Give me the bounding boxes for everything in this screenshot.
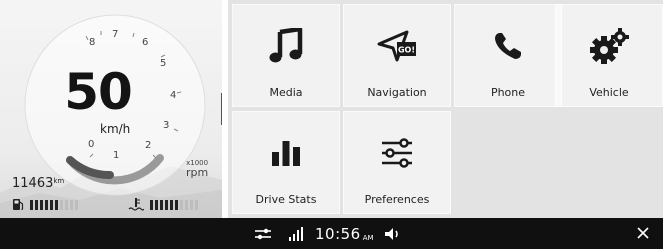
navigation-badge: GO! [398,46,415,55]
level-segment [185,199,188,210]
close-icon [637,227,649,239]
navigation-arrow-icon: GO! [377,30,416,62]
preferences-tile[interactable]: Preferences [343,111,451,214]
gears-icon [590,28,629,64]
level-segment [150,199,153,210]
gauge-tick-6: 6 [142,37,148,48]
coolant-level-bar [150,199,198,210]
drive-stats-label: Drive Stats [255,193,317,206]
level-segment [75,199,78,210]
gauge-tick-3: 3 [163,120,169,131]
volume-icon[interactable] [384,227,402,241]
level-segment [170,199,173,210]
navigation-label: Navigation [367,86,427,99]
gauge-tick-5: 5 [160,58,166,69]
fuel-level-bar [30,199,78,210]
gauge-tick-1: 1 [113,150,119,161]
level-segment [45,199,48,210]
phone-icon [495,33,521,59]
level-segment [50,199,53,210]
clock: 10:56 AM [315,224,374,243]
preferences-label: Preferences [364,193,430,206]
media-tile[interactable]: Media [232,4,340,107]
level-segment [160,199,163,210]
rpm-label: x1000 rpm [186,160,209,179]
odometer-unit: km [53,177,65,185]
status-center: 10:56 AM [255,218,402,249]
phone-tile[interactable]: Phone [454,4,562,107]
level-segment [40,199,43,210]
sliders-icon [382,138,412,168]
clock-time: 10:56 [315,225,361,243]
media-label: Media [269,86,303,99]
level-segment [60,199,63,210]
status-bar: 10:56 AM [0,218,663,249]
gauge-tick-7: 7 [112,29,118,40]
gauge-tick-0: 0 [88,139,94,150]
level-segment [165,199,168,210]
level-segment [65,199,68,210]
drive-stats-tile[interactable]: Drive Stats [232,111,340,214]
clock-ampm: AM [362,234,374,242]
gauge-tick-8: 8 [89,37,95,48]
gauge-tick-2: 2 [145,140,151,151]
fuel-pump-icon [13,199,24,211]
gauge-tick-4: 4 [170,90,176,101]
level-segment [55,199,58,210]
level-segment [155,199,158,210]
bar-chart-icon [272,141,300,166]
speed-readout: 50 [64,63,133,121]
level-segment [70,199,73,210]
level-segment [195,199,198,210]
level-segment [35,199,38,210]
vehicle-label: Vehicle [589,86,629,99]
coolant-gauge [128,198,198,211]
rpm-unit: rpm [186,166,209,179]
vehicle-tile[interactable]: Vehicle [555,4,663,107]
phone-label: Phone [490,86,526,99]
odometer-value: 11463 [12,176,54,191]
close-button[interactable] [633,223,653,243]
fuel-gauge [12,198,78,211]
infotainment-screen: 0 1 2 3 4 5 6 7 8 50 km/h x1000 rpm 1146… [0,0,663,249]
panel-divider [221,93,222,125]
odometer: 11463km [12,176,64,191]
level-segment [30,199,33,210]
level-segment [180,199,183,210]
settings-sliders-icon[interactable] [255,228,271,240]
navigation-tile[interactable]: GO! Navigation [343,4,451,107]
app-launcher-grid: Media GO! Navigation Phone Vehicle Drive… [228,0,663,218]
signal-icon [289,226,303,241]
level-segment [190,199,193,210]
music-note-icon [269,28,303,63]
instrument-cluster: 0 1 2 3 4 5 6 7 8 50 km/h x1000 rpm 1146… [0,0,222,218]
speed-unit: km/h [100,122,131,136]
level-segment [175,199,178,210]
coolant-temp-icon [128,198,144,211]
